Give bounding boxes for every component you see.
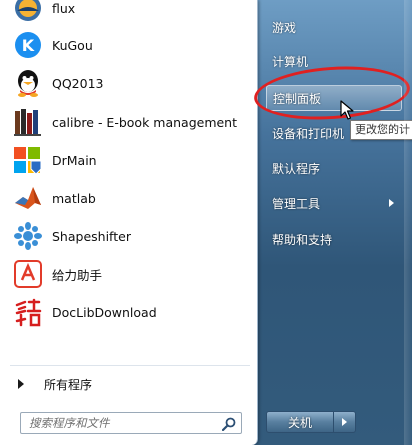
flux-icon: [12, 0, 44, 24]
shutdown-button[interactable]: 关机: [266, 411, 334, 433]
calibre-icon: [12, 106, 44, 138]
chevron-right-icon: [342, 418, 347, 426]
doclib-icon: [12, 296, 44, 328]
program-flux[interactable]: flux: [6, 0, 252, 26]
search-box[interactable]: [20, 412, 242, 434]
all-programs-label: 所有程序: [44, 377, 93, 392]
program-calibre[interactable]: calibre - E-book management: [6, 104, 252, 140]
right-item-default-programs[interactable]: 默认程序: [266, 155, 402, 181]
program-drmain[interactable]: DrMain: [6, 142, 252, 178]
right-item-admin-tools[interactable]: 管理工具: [266, 190, 402, 216]
program-kugou[interactable]: K KuGou: [6, 27, 252, 63]
matlab-icon: [12, 182, 44, 214]
program-qq2013[interactable]: QQ2013: [6, 65, 252, 101]
program-matlab[interactable]: matlab: [6, 180, 252, 216]
search-icon[interactable]: [221, 416, 236, 435]
start-menu-programs-panel: flux K KuGou QQ2013 calibre - E-book man…: [0, 0, 258, 445]
tooltip: 更改您的计: [350, 120, 412, 140]
right-item-help-support[interactable]: 帮助和支持: [266, 226, 402, 252]
all-programs-item[interactable]: 所有程序: [12, 372, 248, 396]
menu-separator: [10, 365, 250, 366]
drmain-icon: [12, 144, 44, 176]
shutdown-options-button[interactable]: [334, 411, 356, 433]
geili-icon: [12, 258, 44, 290]
program-shapeshifter[interactable]: Shapeshifter: [6, 218, 252, 254]
chevron-right-icon: [389, 199, 394, 207]
search-input[interactable]: [29, 416, 215, 430]
triangle-right-icon: [18, 379, 24, 389]
qq-icon: [12, 67, 44, 99]
svg-text:K: K: [22, 36, 35, 55]
kugou-icon: K: [12, 29, 44, 61]
right-item-games[interactable]: 游戏: [266, 14, 402, 40]
shapeshifter-icon: [12, 220, 44, 252]
program-geili[interactable]: 给力助手: [6, 256, 252, 292]
program-doclibdownload[interactable]: DocLibDownload: [6, 294, 252, 330]
window-edge: [404, 0, 412, 445]
mouse-cursor-icon: [340, 100, 354, 124]
